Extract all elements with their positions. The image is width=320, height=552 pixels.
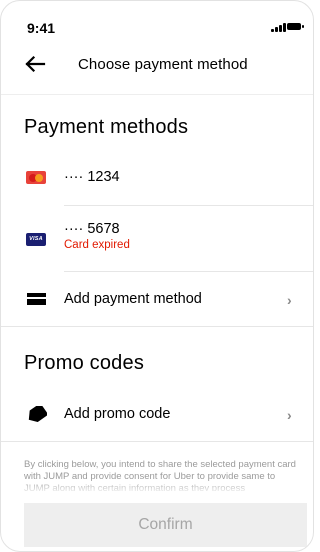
chevron-right-icon: › <box>287 292 292 308</box>
scroll-fade <box>1 479 313 495</box>
payment-row-mastercard[interactable]: ···· 1234 <box>1 161 313 205</box>
divider <box>1 326 313 327</box>
battery-icon <box>287 23 304 30</box>
payment-row-visa[interactable]: VISA ···· 5678 Card expired <box>1 213 313 271</box>
add-promo-code-button[interactable]: Add promo code › <box>1 393 313 439</box>
back-arrow-icon[interactable] <box>24 55 46 73</box>
header-divider <box>1 94 313 95</box>
add-payment-method-button[interactable]: Add payment method › <box>1 277 313 325</box>
divider <box>1 441 313 442</box>
header: Choose payment method <box>1 49 313 79</box>
chevron-right-icon: › <box>287 407 292 423</box>
credit-card-icon <box>27 293 46 305</box>
phone-frame: 9:41 Choose payment method Payment metho… <box>0 0 314 552</box>
status-bar: 9:41 <box>1 1 313 55</box>
page-title: Choose payment method <box>78 56 248 73</box>
add-payment-method-label: Add payment method <box>64 291 202 307</box>
confirm-button[interactable]: Confirm <box>24 503 307 547</box>
card-expired-label: Card expired <box>64 239 130 251</box>
card-number-label: ···· 5678 <box>64 221 120 237</box>
promo-codes-heading: Promo codes <box>24 352 145 374</box>
card-number-label: ···· 1234 <box>64 169 120 185</box>
mastercard-icon <box>26 171 46 184</box>
add-promo-code-label: Add promo code <box>64 406 171 422</box>
signal-icon <box>271 23 286 32</box>
payment-methods-heading: Payment methods <box>24 116 189 138</box>
status-time: 9:41 <box>27 20 56 36</box>
divider <box>64 205 313 206</box>
divider <box>64 271 313 272</box>
tag-icon <box>28 406 47 422</box>
visa-icon: VISA <box>26 233 46 246</box>
